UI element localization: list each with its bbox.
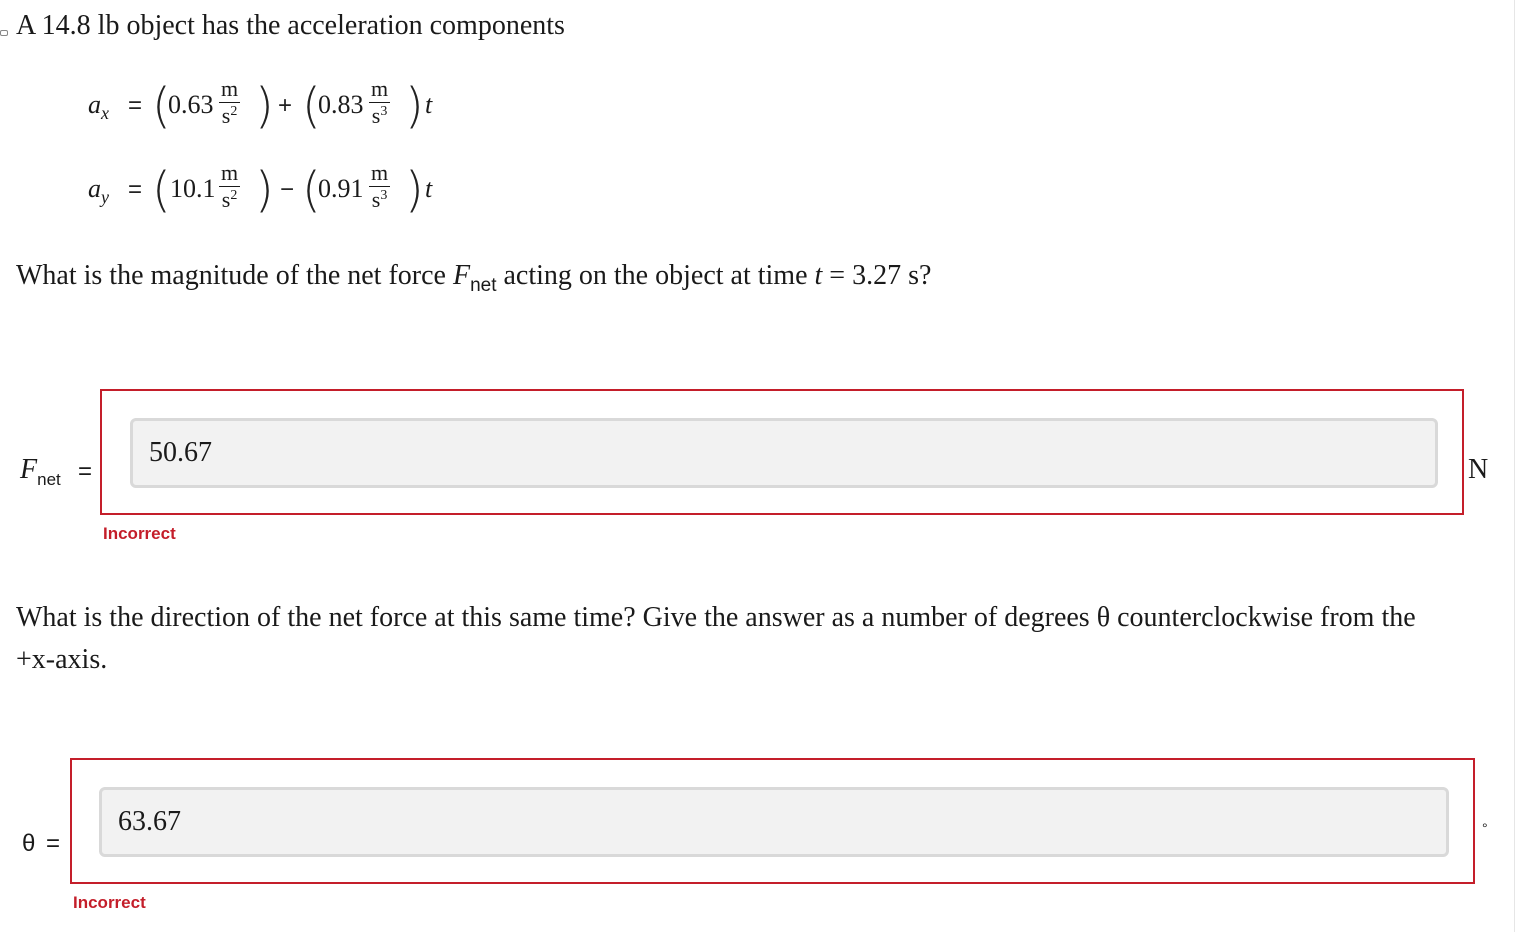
problem-intro: A 14.8 lb object has the acceleration co… [16, 10, 565, 41]
eq-ax-var: t [425, 90, 433, 119]
eq-ax-unit1: m s2 [219, 76, 241, 128]
answer2-input[interactable]: 63.67 [99, 787, 1449, 857]
question-magnitude: What is the magnitude of the net force F… [16, 260, 932, 296]
question-direction: What is the direction of the net force a… [16, 602, 1416, 675]
eq-ax-coefficient: 0.83 [318, 90, 364, 119]
eq-ay-constant: 10.1 [170, 174, 216, 203]
eq-ay-coefficient: 0.91 [318, 174, 364, 203]
eq-ax-sign: + [278, 92, 293, 119]
page-edge-marker [0, 30, 8, 36]
eq-ax-unit2: m s3 [369, 76, 391, 128]
eq-ax-symbol: a [88, 90, 101, 119]
eq-ax-subscript: x [101, 103, 109, 123]
eq-ay-unit2: m s3 [369, 160, 391, 212]
answer2-unit: ° [1482, 820, 1488, 836]
answer1-unit: N [1468, 454, 1489, 485]
eq-ay-unit1: m s2 [219, 160, 241, 212]
answer1-equals: = [78, 458, 93, 485]
answer1-input[interactable]: 50.67 [130, 418, 1438, 488]
answer1-feedback: Incorrect [103, 524, 176, 543]
eq-ax-constant: 0.63 [168, 90, 214, 119]
eq-ay-sign: − [280, 176, 295, 203]
answer2-equals: = [46, 830, 61, 857]
answer2-frame: 63.67 [70, 758, 1475, 884]
answer1-label: Fnet [20, 454, 61, 489]
eq-ay-symbol: a [88, 174, 101, 203]
answer2-label: θ [22, 830, 36, 857]
answer1-frame: 50.67 [100, 389, 1464, 515]
eq-ay-var: t [425, 174, 433, 203]
scroll-edge [1514, 0, 1515, 932]
eq-ay-subscript: y [101, 187, 109, 207]
answer2-feedback: Incorrect [73, 893, 146, 912]
